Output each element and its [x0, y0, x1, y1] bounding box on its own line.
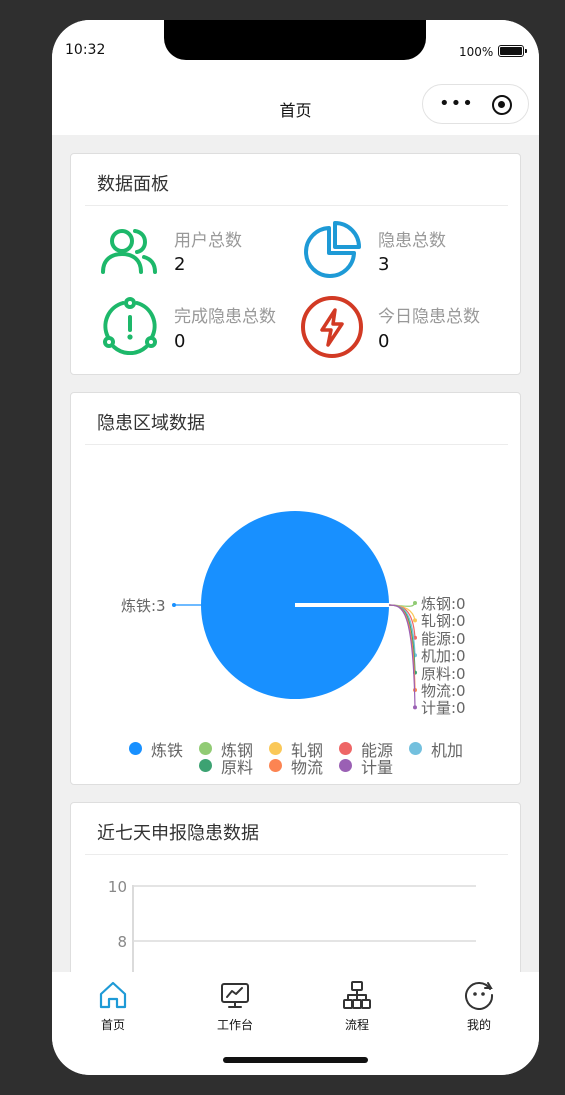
pie-chart-icon [304, 221, 361, 278]
mini-program-capsule: ••• [422, 84, 529, 124]
home-icon [99, 981, 127, 1009]
legend-label: 计量 [361, 758, 394, 777]
legend-swatch [199, 759, 212, 772]
leader-dot [413, 601, 417, 605]
battery-percentage: 100% [459, 45, 494, 59]
users-icon [101, 229, 157, 274]
face-icon [465, 982, 494, 1010]
legend-swatch [339, 759, 352, 772]
tab-bar: 首页 工作台 流程 我的 [52, 972, 539, 1075]
flowchart-icon [343, 981, 371, 1009]
stat-label: 今日隐患总数 [378, 307, 480, 327]
legend-label: 机加 [431, 741, 464, 760]
notch [164, 20, 426, 60]
legend-swatch [269, 759, 282, 772]
tab-workbench[interactable]: 工作台 [174, 972, 296, 1042]
nav-bar: 首页 ••• [52, 80, 539, 135]
phone-frame: 10:32 100% 首页 ••• 数据面板 用户总数 2 隐患总数 3 完成隐… [52, 20, 539, 1075]
lightning-icon [301, 296, 363, 358]
leader-line [388, 604, 416, 708]
slice-label: 计量:0 [421, 699, 466, 718]
tab-mine[interactable]: 我的 [418, 972, 539, 1042]
close-miniprogram-icon[interactable] [492, 95, 512, 115]
stat-value: 0 [378, 331, 390, 352]
stat-label: 隐患总数 [378, 231, 446, 251]
legend-swatch [339, 742, 352, 755]
legend-label: 物流 [291, 758, 324, 777]
legend-label: 炼铁 [151, 741, 184, 760]
stat-value: 0 [174, 331, 186, 352]
tab-label: 流程 [344, 1018, 369, 1032]
stat-label: 完成隐患总数 [174, 307, 276, 327]
stat-label: 用户总数 [174, 231, 242, 251]
more-icon[interactable]: ••• [439, 94, 474, 114]
legend-swatch [129, 742, 142, 755]
tab-label: 工作台 [216, 1018, 253, 1032]
tab-label: 我的 [466, 1018, 491, 1032]
legend-label: 原料 [221, 758, 254, 777]
tab-home[interactable]: 首页 [52, 972, 174, 1042]
y-tick-label: 8 [117, 933, 127, 951]
monitor-chart-icon [221, 983, 249, 1008]
tab-label: 首页 [100, 1018, 125, 1032]
divider [85, 205, 508, 206]
alert-circle-icon [103, 297, 157, 355]
pie-chart [172, 511, 417, 710]
y-tick-label: 10 [108, 878, 127, 896]
status-time: 10:32 [65, 42, 106, 58]
home-indicator [223, 1057, 368, 1063]
leader-dot [172, 603, 176, 607]
dashboard-title: 数据面板 [97, 174, 169, 195]
legend-swatch [199, 742, 212, 755]
leader-dot [413, 618, 417, 623]
battery-icon [498, 45, 527, 57]
stat-value: 2 [174, 254, 186, 275]
leader-dot [413, 705, 417, 710]
legend-swatch [409, 742, 422, 755]
dashboard-card: 数据面板 用户总数 2 隐患总数 3 完成隐患总数 0 今日隐患总数 0 [70, 153, 521, 375]
stat-value: 3 [378, 254, 390, 275]
slice-label: 炼铁:3 [121, 597, 166, 615]
legend-swatch [269, 742, 282, 755]
tab-process[interactable]: 流程 [296, 972, 418, 1042]
area-chart-card: 隐患区域数据 炼铁:3 炼钢:0 轧钢:0 能源:0 机加:0 原料:0 物流:0 计量:0 … [70, 392, 521, 785]
